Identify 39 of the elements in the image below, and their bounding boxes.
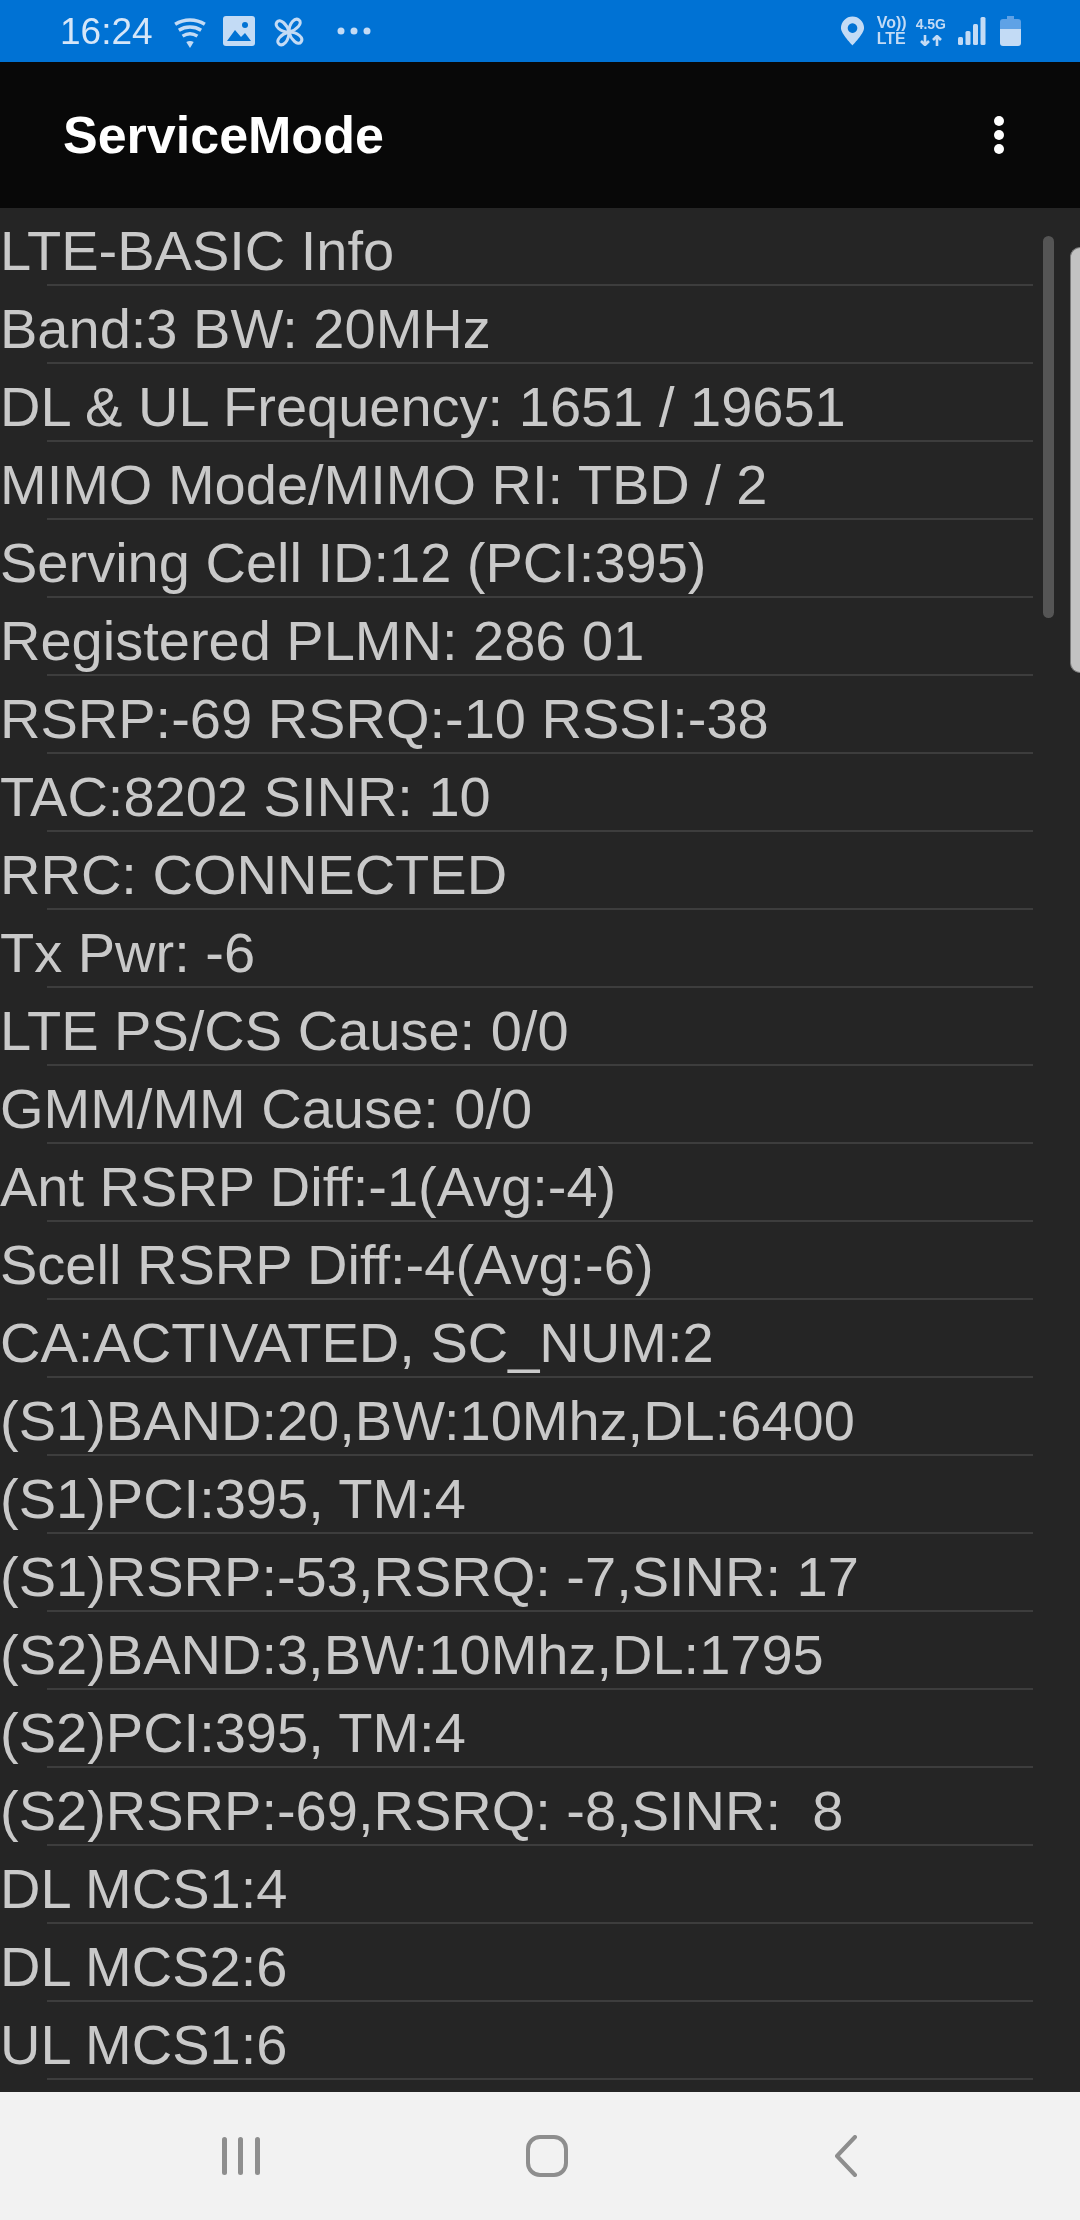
- info-line: MIMO Mode/MIMO RI: TBD / 2: [0, 453, 768, 517]
- info-line: Ant RSRP Diff:-1(Avg:-4): [0, 1155, 617, 1219]
- data-arrows-icon: [918, 35, 943, 46]
- info-line: (S1)BAND:20,BW:10Mhz,DL:6400: [0, 1389, 855, 1453]
- location-pin-icon: [839, 16, 865, 46]
- network-type-label: 4.5G: [915, 16, 946, 32]
- info-line: RRC: CONNECTED: [0, 843, 508, 907]
- recent-apps-icon[interactable]: [222, 2137, 260, 2175]
- info-line: (S2)BAND:3,BW:10Mhz,DL:1795: [0, 1623, 824, 1687]
- info-line: LTE PS/CS Cause: 0/0: [0, 999, 569, 1063]
- info-line: LTE-BASIC Info: [0, 219, 395, 283]
- app-title: ServiceMode: [63, 106, 384, 166]
- info-line: (S2)RSRP:-69,RSRQ: -8,SINR: 8: [0, 1779, 844, 1843]
- info-line: DL MCS2:6: [0, 1935, 288, 1999]
- info-line: CA:ACTIVATED, SC_NUM:2: [0, 1311, 714, 1375]
- info-line: (S2)PCI:395, TM:4: [0, 1701, 466, 1765]
- back-icon[interactable]: [834, 2135, 858, 2177]
- more-dots-icon: [336, 27, 371, 35]
- info-line: (S1)RSRP:-53,RSRQ: -7,SINR: 17: [0, 1545, 859, 1609]
- image-icon: [222, 16, 255, 46]
- info-line: Serving Cell ID:12 (PCI:395): [0, 531, 707, 595]
- edge-panel-handle[interactable]: [1070, 247, 1080, 673]
- info-line: GMM/MM Cause: 0/0: [0, 1077, 533, 1141]
- info-line: Band:3 BW: 20MHz: [0, 297, 491, 361]
- info-line: DL & UL Frequency: 1651 / 19651: [0, 375, 846, 439]
- info-line: Registered PLMN: 286 01: [0, 609, 645, 673]
- info-line: DL MCS1:4: [0, 1857, 288, 1921]
- battery-icon: [1000, 16, 1021, 46]
- info-line: (S1)PCI:395, TM:4: [0, 1467, 466, 1531]
- info-line: TAC:8202 SINR: 10: [0, 765, 491, 829]
- status-time: 16:24: [60, 12, 153, 50]
- overflow-menu-icon[interactable]: [993, 116, 1005, 154]
- info-line: UL MCS1:6: [0, 2013, 288, 2077]
- info-line: Scell RSRP Diff:-4(Avg:-6): [0, 1233, 654, 1297]
- home-icon[interactable]: [526, 2135, 568, 2177]
- info-line: RSRP:-69 RSRQ:-10 RSSI:-38: [0, 687, 769, 751]
- signal-bars-icon: [958, 17, 986, 45]
- volte-indicator: Vo)) LTE: [876, 15, 907, 47]
- info-line: Tx Pwr: -6: [0, 921, 256, 985]
